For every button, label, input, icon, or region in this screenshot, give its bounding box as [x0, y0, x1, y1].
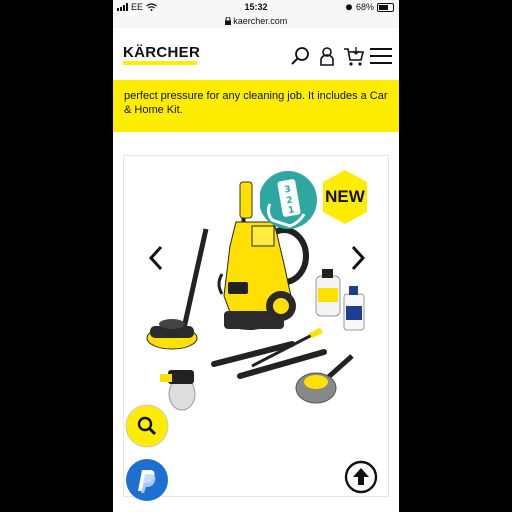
brand-logo[interactable]: KÄRCHER	[123, 44, 200, 61]
zoom-button[interactable]	[125, 404, 169, 448]
menu-icon[interactable]	[370, 45, 392, 67]
cart-icon[interactable]	[343, 45, 365, 67]
wash-brush	[295, 354, 354, 404]
site-header: KÄRCHER	[113, 28, 399, 80]
scroll-up-button[interactable]	[344, 460, 378, 494]
new-badge-text: NEW	[325, 187, 366, 206]
battery-icon	[377, 2, 394, 12]
next-arrow-icon[interactable]	[348, 244, 368, 272]
alarm-icon	[345, 4, 352, 11]
spray-wands	[211, 327, 327, 379]
product-gallery: 3 2 1 NEW	[123, 155, 389, 497]
hand-123-steps-icon: 3 2 1	[260, 171, 317, 229]
foam-nozzle	[160, 370, 196, 411]
intro-banner: perfect pressure for any cleaning job. I…	[113, 80, 399, 132]
lock-icon	[224, 16, 231, 25]
logo-underline	[123, 61, 197, 65]
status-right: 68%	[345, 2, 394, 12]
account-icon[interactable]	[316, 45, 338, 67]
url-text: kaercher.com	[233, 16, 288, 26]
battery-percent: 68%	[355, 2, 374, 12]
search-icon[interactable]	[290, 45, 312, 67]
phone-screen: EE 15:32 68% kaercher.com KÄRCHER perfec…	[113, 0, 399, 512]
previous-arrow-icon[interactable]	[146, 244, 166, 272]
detergent-bottles	[315, 269, 365, 331]
paypal-button[interactable]	[125, 458, 169, 502]
status-bar: EE 15:32 68%	[113, 0, 399, 14]
battery-fill	[379, 4, 388, 10]
address-bar[interactable]: kaercher.com	[113, 14, 399, 28]
intro-text: perfect pressure for any cleaning job. I…	[124, 90, 388, 116]
gallery-badges: 3 2 1 NEW	[260, 170, 367, 229]
